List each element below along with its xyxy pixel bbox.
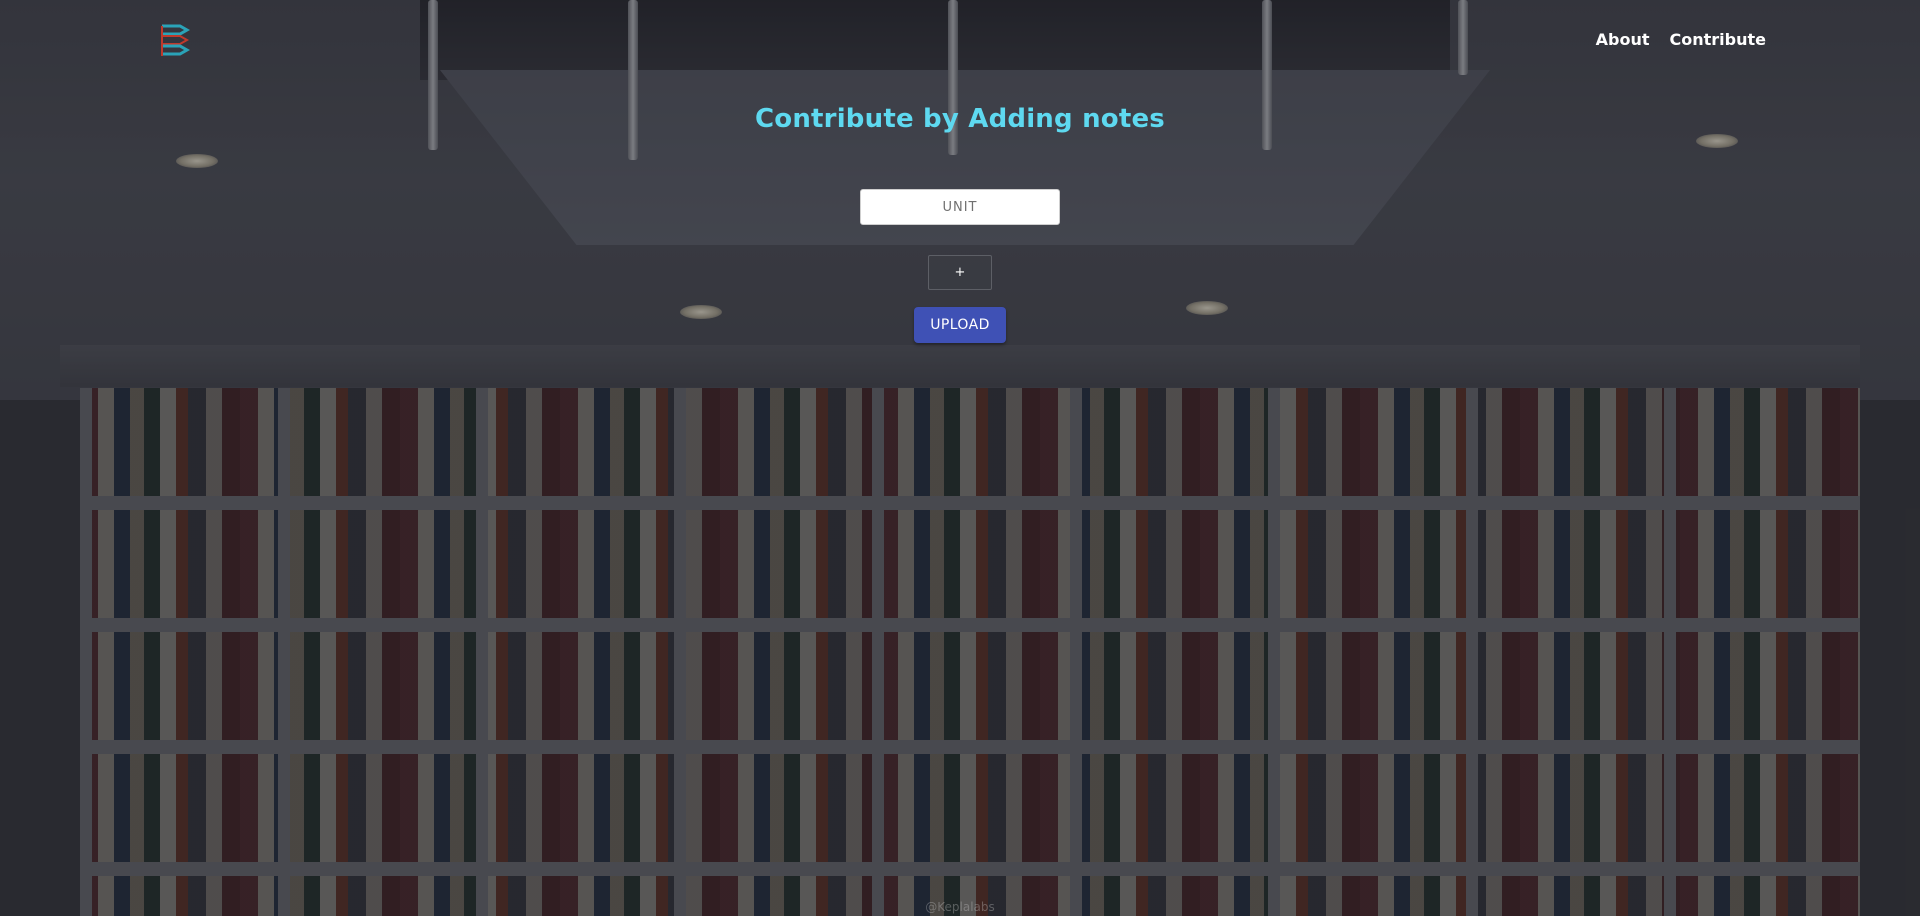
nav-link-about[interactable]: About [1596, 30, 1650, 49]
unit-input[interactable] [860, 189, 1060, 225]
upload-button[interactable]: UPLOAD [914, 307, 1006, 343]
nav-link-contribute[interactable]: Contribute [1670, 30, 1767, 49]
logo[interactable] [160, 22, 191, 60]
page-title: Contribute by Adding notes [754, 104, 1165, 134]
book-stack-icon [161, 24, 191, 56]
top-nav: About Contribute [1596, 30, 1766, 49]
watermark: @Keplalabs [925, 900, 995, 914]
add-note-button[interactable]: + [928, 255, 992, 290]
background-library-image [0, 0, 1920, 916]
background-overlay [0, 0, 1920, 916]
